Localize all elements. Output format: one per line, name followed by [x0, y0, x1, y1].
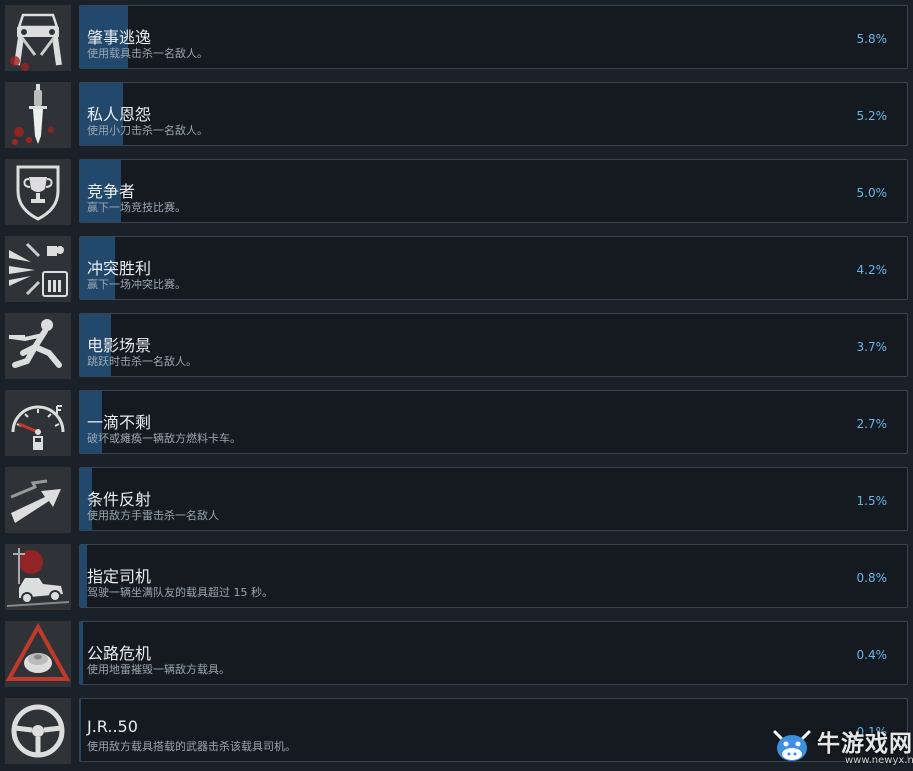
achievement-percent: 0.8% — [856, 571, 888, 585]
steering-wheel-icon — [5, 698, 71, 764]
trophy-shield-icon — [5, 159, 71, 225]
watermark: 牛游戏网 www.newyx.net — [769, 724, 913, 771]
achievement-row[interactable]: 公路危机 使用地雷摧毁一辆敌方载具。 0.4% — [0, 621, 913, 687]
progress-bar — [80, 699, 81, 761]
watermark-url: www.newyx.net — [845, 755, 913, 766]
achievement-panel: 指定司机 驾驶一辆坐满队友的载具超过 15 秒。 0.8% — [79, 544, 908, 608]
achievement-percent: 1.5% — [856, 494, 888, 508]
achievement-description: 使用敌方载具搭载的武器击杀该载具司机。 — [87, 740, 296, 753]
achievement-panel: 私人恩怨 使用小刀击杀一名敌人。 5.2% — [79, 82, 908, 146]
achievement-description: 驾驶一辆坐满队友的载具超过 15 秒。 — [87, 586, 273, 599]
achievement-row[interactable]: 条件反射 使用敌方手雷击杀一名敌人 1.5% — [0, 467, 913, 533]
knife-icon — [5, 82, 71, 148]
achievement-percent: 5.8% — [856, 32, 888, 46]
achievement-description: 赢下一场竞技比赛。 — [87, 201, 186, 214]
jeep-icon — [5, 544, 71, 610]
achievement-description: 跳跃时击杀一名敌人。 — [87, 355, 197, 368]
achievement-panel: 电影场景 跳跃时击杀一名敌人。 3.7% — [79, 313, 908, 377]
progress-bar — [80, 545, 87, 607]
achievement-description: 使用敌方手雷击杀一名敌人 — [87, 509, 219, 522]
achievement-description: 破坏或瘫痪一辆敌方燃料卡车。 — [87, 432, 241, 445]
achievement-panel: 冲突胜利 赢下一场冲突比赛。 4.2% — [79, 236, 908, 300]
return-arrow-icon — [5, 467, 71, 533]
achievement-percent: 4.2% — [856, 263, 888, 277]
achievement-panel: 竞争者 赢下一场竞技比赛。 5.0% — [79, 159, 908, 223]
landmine-warning-icon — [5, 621, 71, 687]
achievement-row[interactable]: 竞争者 赢下一场竞技比赛。 5.0% — [0, 159, 913, 225]
achievement-panel: 肇事逃逸 使用载具击杀一名敌人。 5.8% — [79, 5, 908, 69]
conflict-arrows-icon — [5, 236, 71, 302]
achievement-list: 肇事逃逸 使用载具击杀一名敌人。 5.8% 私人恩怨 使用小刀击杀一名敌人。 5… — [0, 0, 913, 771]
achievement-panel: 条件反射 使用敌方手雷击杀一名敌人 1.5% — [79, 467, 908, 531]
car-crash-icon — [5, 5, 71, 71]
watermark-name: 牛游戏网 — [817, 731, 913, 757]
achievement-title: J.R..50 — [87, 717, 138, 736]
achievement-percent: 5.0% — [856, 186, 888, 200]
progress-bar — [80, 622, 84, 684]
achievement-description: 使用小刀击杀一名敌人。 — [87, 124, 208, 137]
fuel-gauge-icon — [5, 390, 71, 456]
achievement-percent: 3.7% — [856, 340, 888, 354]
achievement-description: 赢下一场冲突比赛。 — [87, 278, 186, 291]
jumping-soldier-icon — [5, 313, 71, 379]
achievement-percent: 2.7% — [856, 417, 888, 431]
achievement-row[interactable]: 私人恩怨 使用小刀击杀一名敌人。 5.2% — [0, 82, 913, 148]
achievement-row[interactable]: 电影场景 跳跃时击杀一名敌人。 3.7% — [0, 313, 913, 379]
achievement-description: 使用载具击杀一名敌人。 — [87, 47, 208, 60]
achievement-panel: 一滴不剩 破坏或瘫痪一辆敌方燃料卡车。 2.7% — [79, 390, 908, 454]
achievement-row[interactable]: 冲突胜利 赢下一场冲突比赛。 4.2% — [0, 236, 913, 302]
achievement-row[interactable]: 一滴不剩 破坏或瘫痪一辆敌方燃料卡车。 2.7% — [0, 390, 913, 456]
achievement-description: 使用地雷摧毁一辆敌方载具。 — [87, 663, 230, 676]
cow-logo-icon — [773, 730, 811, 761]
achievement-row[interactable]: 指定司机 驾驶一辆坐满队友的载具超过 15 秒。 0.8% — [0, 544, 913, 610]
achievement-panel: 公路危机 使用地雷摧毁一辆敌方载具。 0.4% — [79, 621, 908, 685]
achievement-row[interactable]: 肇事逃逸 使用载具击杀一名敌人。 5.8% — [0, 5, 913, 71]
achievement-percent: 0.4% — [856, 648, 888, 662]
achievement-percent: 5.2% — [856, 109, 888, 123]
